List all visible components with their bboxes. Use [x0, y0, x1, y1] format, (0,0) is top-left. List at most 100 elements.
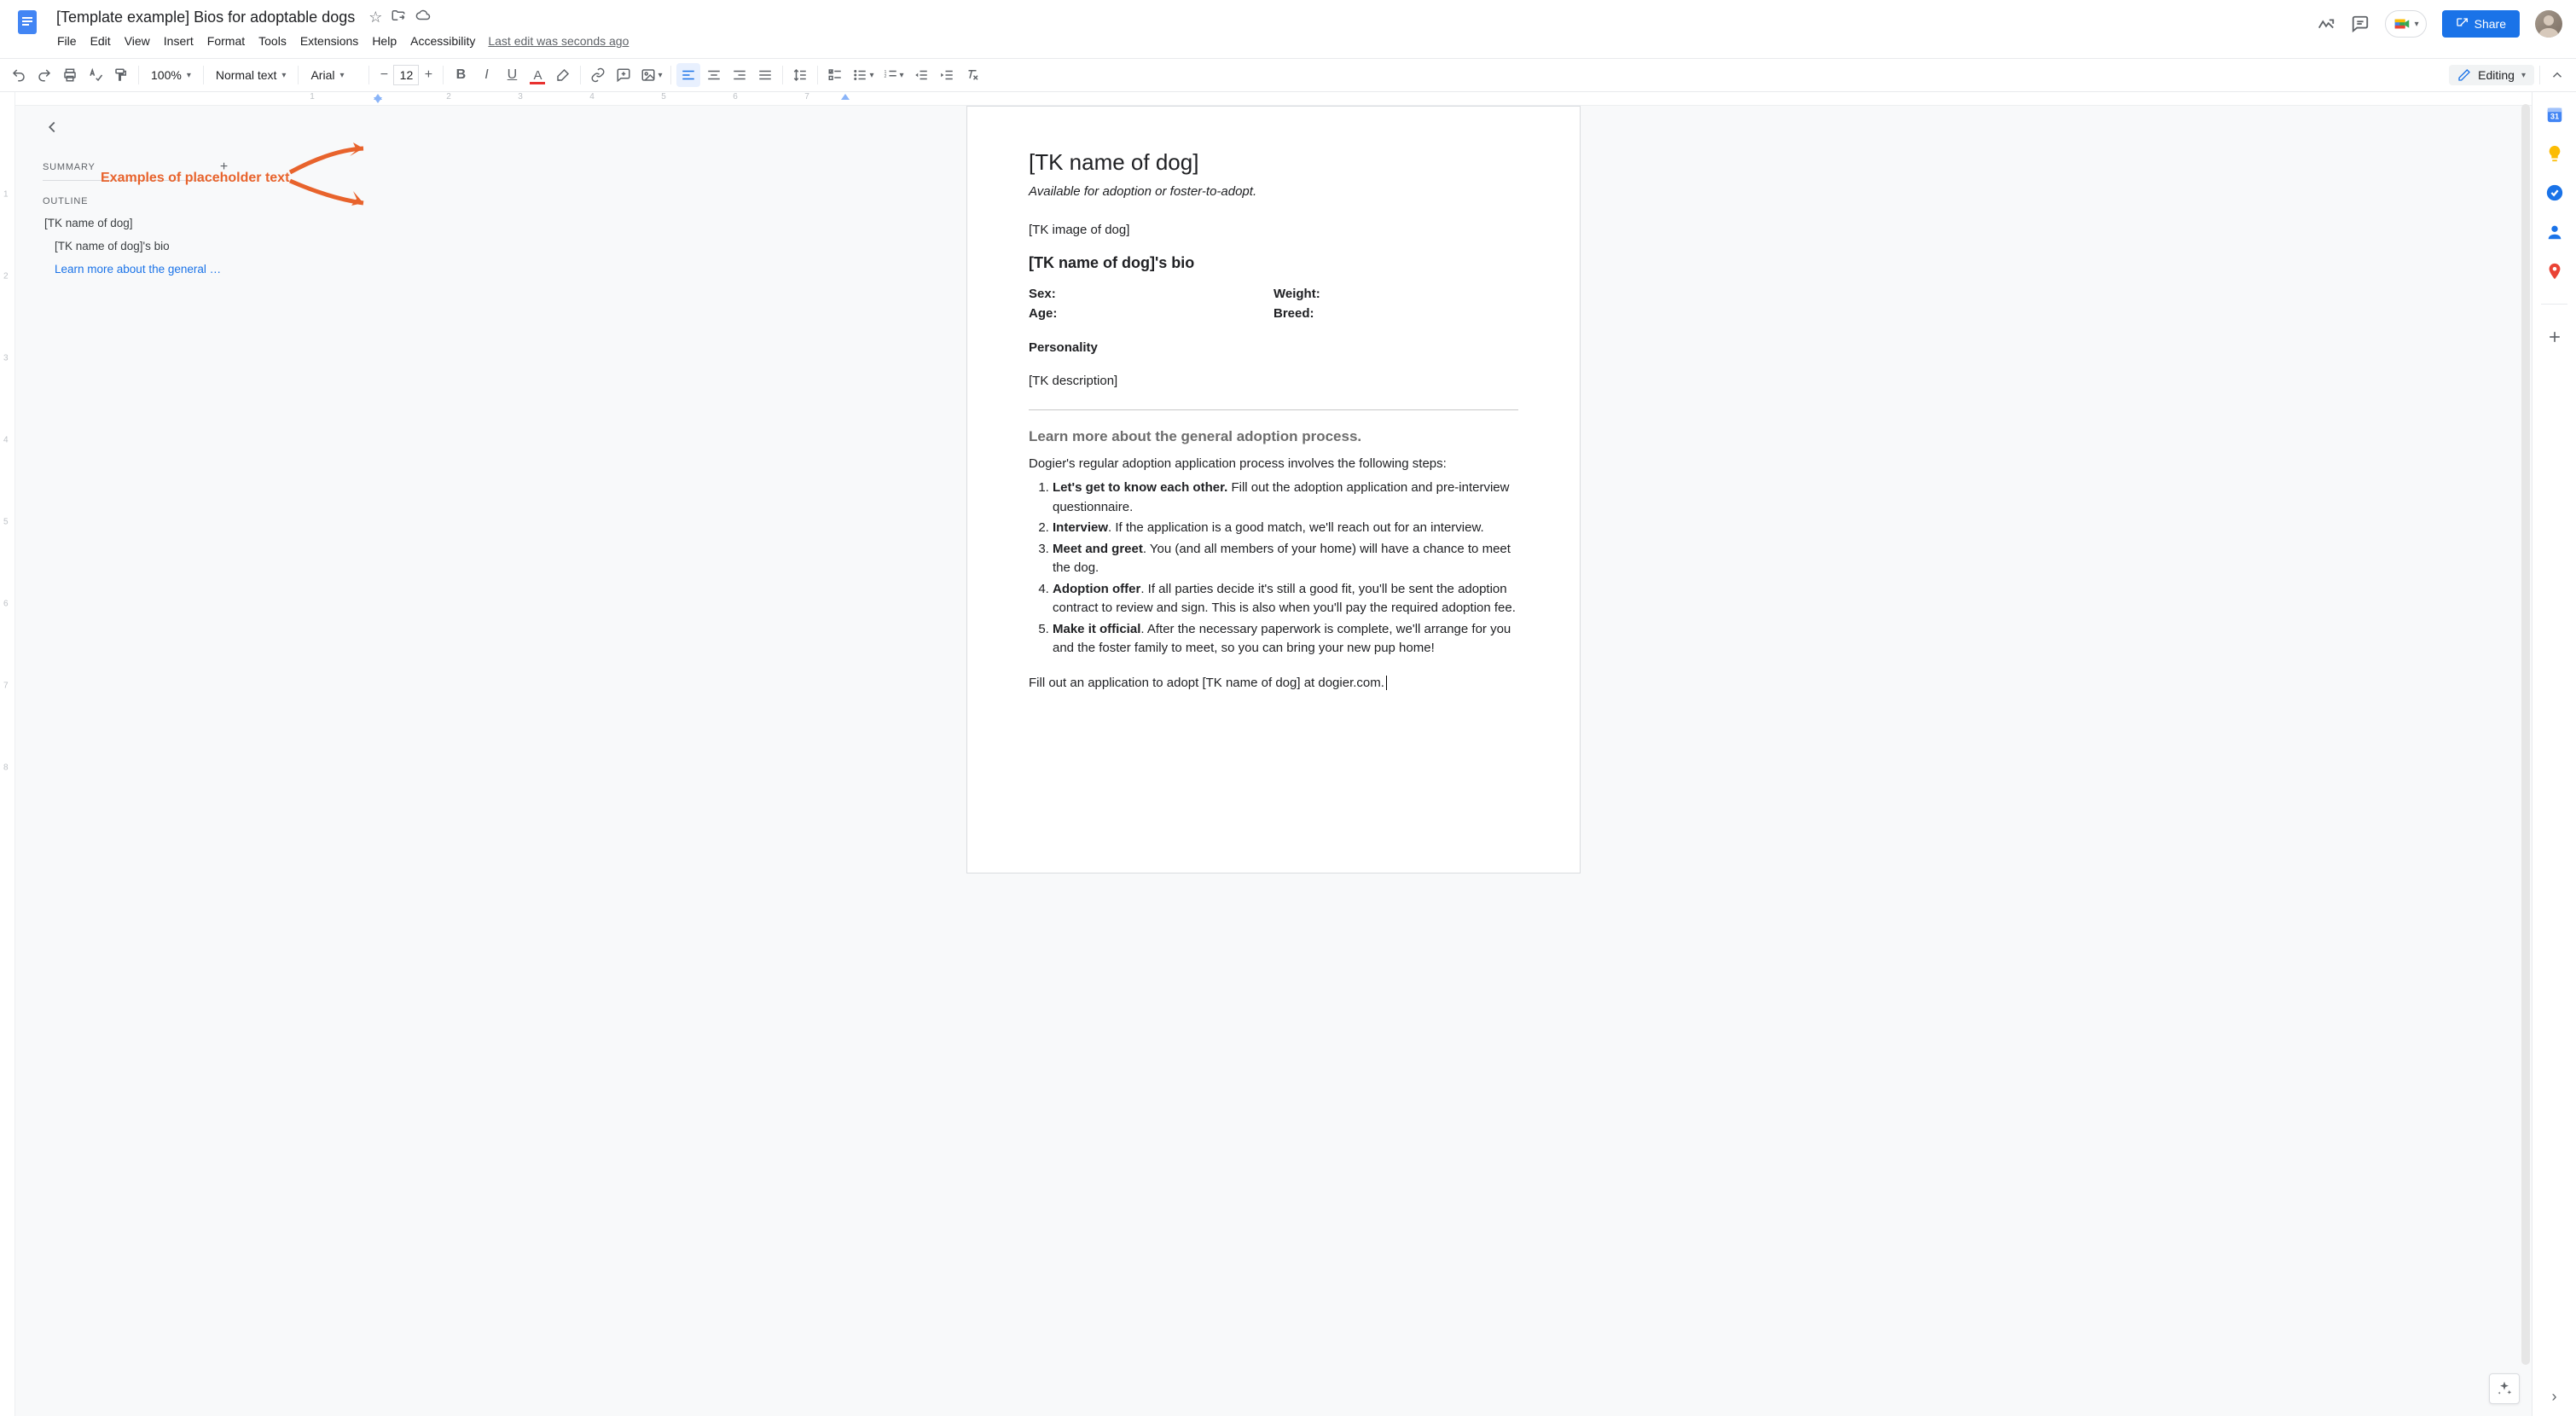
line-spacing-button[interactable] [788, 63, 812, 87]
add-comment-button[interactable] [612, 63, 635, 87]
keep-addon-icon[interactable] [2544, 143, 2565, 164]
font-size-decrease[interactable]: − [374, 65, 393, 85]
doc-heading-2[interactable]: [TK name of dog]'s bio [1029, 252, 1518, 275]
ruler-tick: 6 [3, 600, 9, 609]
cloud-status-icon[interactable] [415, 8, 432, 27]
info-row[interactable]: Sex: Weight: [1029, 285, 1518, 305]
list-item[interactable]: Let's get to know each other. Fill out t… [1053, 479, 1518, 517]
ruler-tick: 3 [518, 92, 523, 102]
menu-edit[interactable]: Edit [84, 31, 117, 51]
doc-text[interactable]: [TK description] [1029, 372, 1518, 392]
field-sex[interactable]: Sex: [1029, 285, 1273, 305]
last-edit-link[interactable]: Last edit was seconds ago [488, 34, 629, 48]
menu-insert[interactable]: Insert [158, 31, 200, 51]
menu-view[interactable]: View [119, 31, 156, 51]
clear-formatting-button[interactable] [960, 63, 984, 87]
text-color-button[interactable]: A [525, 63, 549, 87]
caret-down-icon: ▾ [2521, 71, 2526, 80]
tasks-addon-icon[interactable] [2544, 183, 2565, 203]
highlight-color-button[interactable] [551, 63, 575, 87]
doc-text[interactable]: [TK image of dog] [1029, 221, 1518, 241]
doc-title[interactable]: [Template example] Bios for adoptable do… [51, 7, 360, 28]
italic-button[interactable]: I [474, 63, 498, 87]
editing-mode-select[interactable]: Editing ▾ [2449, 65, 2534, 85]
menu-format[interactable]: Format [201, 31, 251, 51]
field-weight[interactable]: Weight: [1273, 285, 1518, 305]
list-item-text: . If the application is a good match, we… [1108, 520, 1484, 535]
list-item[interactable]: Meet and greet. You (and all members of … [1053, 540, 1518, 578]
maps-addon-icon[interactable] [2544, 261, 2565, 281]
move-icon[interactable] [391, 8, 406, 27]
bulleted-list-button[interactable]: ▾ [849, 63, 877, 87]
redo-button[interactable] [32, 63, 56, 87]
contacts-addon-icon[interactable] [2544, 222, 2565, 242]
underline-button[interactable]: U [500, 63, 524, 87]
star-icon[interactable]: ☆ [368, 9, 382, 26]
checklist-button[interactable] [823, 63, 847, 87]
decrease-indent-button[interactable] [909, 63, 933, 87]
increase-indent-button[interactable] [935, 63, 959, 87]
scrollbar[interactable] [2521, 104, 2530, 1365]
comments-icon[interactable] [2351, 15, 2370, 33]
menu-help[interactable]: Help [366, 31, 403, 51]
doc-text[interactable]: Fill out an application to adopt [TK nam… [1029, 674, 1518, 693]
separator [817, 66, 818, 84]
align-left-button[interactable] [676, 63, 700, 87]
workspace[interactable]: 1 2 3 4 5 6 7 SUMMARY + OUTLINE [TK n [15, 92, 2532, 1416]
font-size-increase[interactable]: + [419, 65, 438, 85]
ordered-list[interactable]: Let's get to know each other. Fill out t… [1029, 479, 1518, 659]
insert-link-button[interactable] [586, 63, 610, 87]
undo-button[interactable] [7, 63, 31, 87]
outline-item[interactable]: Learn more about the general … [43, 258, 229, 281]
outline-back-button[interactable] [43, 118, 61, 141]
paint-format-button[interactable] [109, 63, 133, 87]
docs-logo-icon[interactable] [10, 5, 44, 39]
doc-text[interactable]: Dogier's regular adoption application pr… [1029, 455, 1518, 474]
hide-side-panel-button[interactable]: › [2552, 1388, 2557, 1406]
activity-icon[interactable] [2317, 15, 2335, 33]
menu-file[interactable]: File [51, 31, 83, 51]
numbered-list-button[interactable]: 12▾ [879, 63, 908, 87]
explore-button[interactable] [2489, 1373, 2520, 1404]
spellcheck-button[interactable] [84, 63, 107, 87]
doc-subtitle[interactable]: Available for adoption or foster-to-adop… [1029, 183, 1518, 202]
ruler-tick: 7 [804, 92, 809, 102]
print-button[interactable] [58, 63, 82, 87]
meet-button[interactable]: ▾ [2385, 10, 2427, 38]
doc-heading-2[interactable]: Learn more about the general adoption pr… [1029, 426, 1518, 448]
menu-tools[interactable]: Tools [252, 31, 293, 51]
info-row[interactable]: Age: Breed: [1029, 305, 1518, 324]
caret-down-icon: ▾ [187, 71, 191, 80]
collapse-toolbar-button[interactable] [2545, 63, 2569, 87]
doc-heading-1[interactable]: [TK name of dog] [1029, 146, 1518, 179]
font-size-value[interactable]: 12 [393, 65, 419, 85]
paragraph-style-select[interactable]: Normal text▾ [209, 63, 293, 87]
account-avatar[interactable] [2535, 10, 2562, 38]
header-center: [Template example] Bios for adoptable do… [51, 5, 2310, 53]
list-item[interactable]: Make it official. After the necessary pa… [1053, 620, 1518, 659]
menu-accessibility[interactable]: Accessibility [404, 31, 481, 51]
calendar-addon-icon[interactable]: 31 [2544, 104, 2565, 125]
list-item[interactable]: Adoption offer. If all parties decide it… [1053, 580, 1518, 618]
document-page[interactable]: [TK name of dog] Available for adoption … [966, 106, 1581, 873]
list-item[interactable]: Interview. If the application is a good … [1053, 519, 1518, 538]
field-breed[interactable]: Breed: [1273, 305, 1518, 324]
right-indent-marker-icon[interactable] [841, 94, 850, 100]
field-age[interactable]: Age: [1029, 305, 1273, 324]
share-button[interactable]: Share [2442, 10, 2520, 38]
first-line-indent-marker-icon[interactable] [374, 94, 382, 100]
bold-button[interactable]: B [449, 63, 473, 87]
font-select[interactable]: Arial▾ [304, 63, 363, 87]
menu-extensions[interactable]: Extensions [294, 31, 364, 51]
get-addons-button[interactable] [2544, 327, 2565, 347]
align-center-button[interactable] [702, 63, 726, 87]
svg-text:31: 31 [2550, 113, 2558, 121]
personality-heading[interactable]: Personality [1029, 339, 1518, 358]
align-right-button[interactable] [728, 63, 751, 87]
insert-image-button[interactable]: ▾ [637, 63, 665, 87]
outline-item[interactable]: [TK name of dog] [43, 212, 229, 235]
zoom-value: 100% [151, 68, 182, 82]
zoom-select[interactable]: 100% ▾ [144, 63, 198, 87]
align-justify-button[interactable] [753, 63, 777, 87]
outline-item[interactable]: [TK name of dog]'s bio [43, 235, 229, 258]
